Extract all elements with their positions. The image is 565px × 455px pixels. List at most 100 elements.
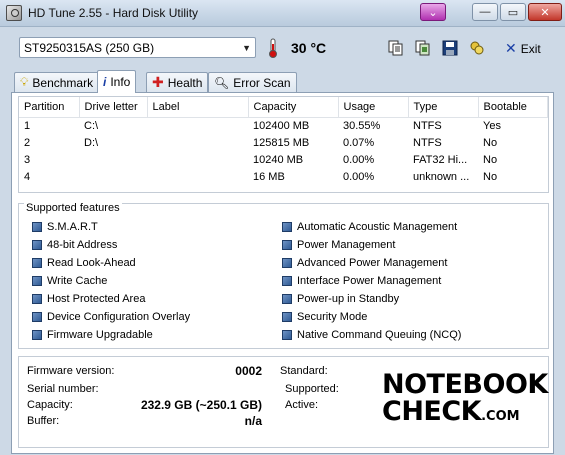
column-header[interactable]: Capacity: [248, 97, 339, 118]
table-row[interactable]: 4 16 MB 0.00% unknown ... No: [19, 168, 548, 185]
feature-check-icon: [282, 294, 292, 304]
partition-table: Partition Drive letter Label Capacity Us…: [19, 97, 548, 185]
feature-label: Read Look-Ahead: [47, 257, 136, 269]
tab-error-scan[interactable]: 🔍︎ Error Scan: [208, 72, 297, 92]
tab-health[interactable]: ✚ Health: [146, 72, 209, 92]
exit-icon: ✕: [505, 40, 517, 56]
table-cell: 102400 MB: [253, 119, 310, 132]
tab-label: Info: [110, 75, 131, 89]
lightbulb-icon: 💡︎: [20, 75, 29, 89]
table-cell: 0.07%: [343, 136, 375, 149]
feature-label: Host Protected Area: [47, 293, 146, 305]
feature-item: Host Protected Area: [32, 293, 145, 305]
table-row[interactable]: 1 C:\ 102400 MB 30.55% NTFS Yes: [19, 117, 548, 134]
feature-label: Automatic Acoustic Management: [297, 221, 458, 233]
chevron-down-icon: ▼: [242, 43, 251, 53]
tab-label: Error Scan: [233, 75, 291, 90]
feature-check-icon: [32, 312, 42, 322]
feature-item: Device Configuration Overlay: [32, 311, 190, 323]
table-cell: 0.00%: [343, 153, 375, 166]
table-cell: 10240 MB: [253, 153, 304, 166]
copy-text-icon[interactable]: [386, 38, 406, 58]
feature-check-icon: [32, 258, 42, 268]
active-label: Active:: [285, 399, 319, 411]
maximize-icon: ▭: [507, 6, 519, 19]
tab-benchmark[interactable]: 💡︎ Benchmark: [14, 72, 100, 92]
partition-list[interactable]: Partition Drive letter Label Capacity Us…: [18, 96, 549, 193]
minimize-icon: —: [479, 6, 491, 18]
watermark-suffix: .COM: [481, 409, 520, 424]
supported-label: Supported:: [285, 383, 339, 395]
feature-item: Power-up in Standby: [282, 293, 399, 305]
save-icon[interactable]: [440, 38, 460, 58]
tab-label: Health: [167, 75, 203, 90]
feature-check-icon: [282, 240, 292, 250]
table-row[interactable]: 2 D:\ 125815 MB 0.07% NTFS No: [19, 134, 548, 151]
special-title-button[interactable]: ⌄: [420, 3, 446, 21]
feature-item: Firmware Upgradable: [32, 329, 153, 341]
column-header[interactable]: Label: [147, 97, 249, 118]
table-cell: 4: [24, 170, 31, 183]
tab-label: Benchmark: [32, 75, 94, 90]
window-title: HD Tune 2.55 - Hard Disk Utility: [28, 6, 199, 20]
column-header[interactable]: Partition: [19, 97, 80, 118]
feature-label: S.M.A.R.T: [47, 221, 98, 233]
table-cell: 1: [24, 119, 31, 132]
feature-label: Security Mode: [297, 311, 368, 323]
feature-item: Write Cache: [32, 275, 107, 287]
chevron-down-icon: ⌄: [428, 6, 438, 19]
column-header[interactable]: Type: [408, 97, 479, 118]
feature-label: 48-bit Address: [47, 239, 118, 251]
watermark-line2: CHECK.COM: [382, 396, 552, 430]
column-header[interactable]: Bootable: [478, 97, 548, 118]
buffer-label: Buffer:: [27, 415, 60, 427]
table-cell: C:\: [84, 119, 99, 132]
table-cell: 30.55%: [343, 119, 381, 132]
maximize-button[interactable]: ▭: [500, 3, 526, 21]
feature-label: Write Cache: [47, 275, 108, 287]
exit-button[interactable]: ✕ Exit: [505, 40, 541, 57]
table-cell: NTFS: [413, 136, 442, 149]
standard-label: Standard:: [280, 365, 328, 377]
drive-select[interactable]: ST9250315AS (250 GB) ▼: [19, 37, 256, 58]
minimize-button[interactable]: —: [472, 3, 498, 21]
buffer-value: n/a: [244, 414, 262, 428]
feature-label: Firmware Upgradable: [47, 329, 153, 341]
copy-screenshot-icon[interactable]: [413, 38, 433, 58]
feature-check-icon: [282, 312, 292, 322]
feature-item: Native Command Queuing (NCQ): [282, 329, 461, 341]
capacity-value: 232.9 GB (~250.1 GB): [140, 398, 262, 412]
app-icon: [6, 5, 22, 21]
table-cell: 16 MB: [253, 170, 285, 183]
table-cell: 0.00%: [343, 170, 375, 183]
table-cell: [147, 151, 248, 168]
feature-item: Advanced Power Management: [282, 257, 447, 269]
options-icon[interactable]: [467, 38, 487, 58]
feature-check-icon: [282, 276, 292, 286]
feature-check-icon: [32, 294, 42, 304]
serial-label: Serial number:: [27, 383, 99, 395]
table-header-row: Partition Drive letter Label Capacity Us…: [19, 97, 548, 118]
column-header[interactable]: Drive letter: [79, 97, 148, 118]
feature-check-icon: [32, 222, 42, 232]
close-button[interactable]: ✕: [528, 3, 562, 21]
feature-label: Power-up in Standby: [297, 293, 400, 305]
tab-info[interactable]: i Info: [97, 70, 137, 93]
health-cross-icon: ✚: [152, 74, 164, 90]
feature-item: Power Management: [282, 239, 395, 251]
info-panel: Partition Drive letter Label Capacity Us…: [11, 92, 554, 454]
column-header[interactable]: Usage: [338, 97, 409, 118]
feature-item: Security Mode: [282, 311, 367, 323]
watermark-line1: NOTEBOOK: [382, 369, 548, 400]
feature-label: Power Management: [297, 239, 396, 251]
thermometer-icon: [269, 38, 277, 58]
drive-select-value: ST9250315AS (250 GB): [24, 41, 155, 55]
table-row[interactable]: 3 10240 MB 0.00% FAT32 Hi... No: [19, 151, 548, 168]
watermark-line2-text: CHECK: [382, 396, 482, 427]
feature-item: Read Look-Ahead: [32, 257, 136, 269]
table-cell: No: [483, 136, 498, 149]
close-icon: ✕: [540, 6, 550, 19]
table-cell: 2: [24, 136, 31, 149]
table-cell: [147, 117, 248, 134]
table-cell: 125815 MB: [253, 136, 310, 149]
